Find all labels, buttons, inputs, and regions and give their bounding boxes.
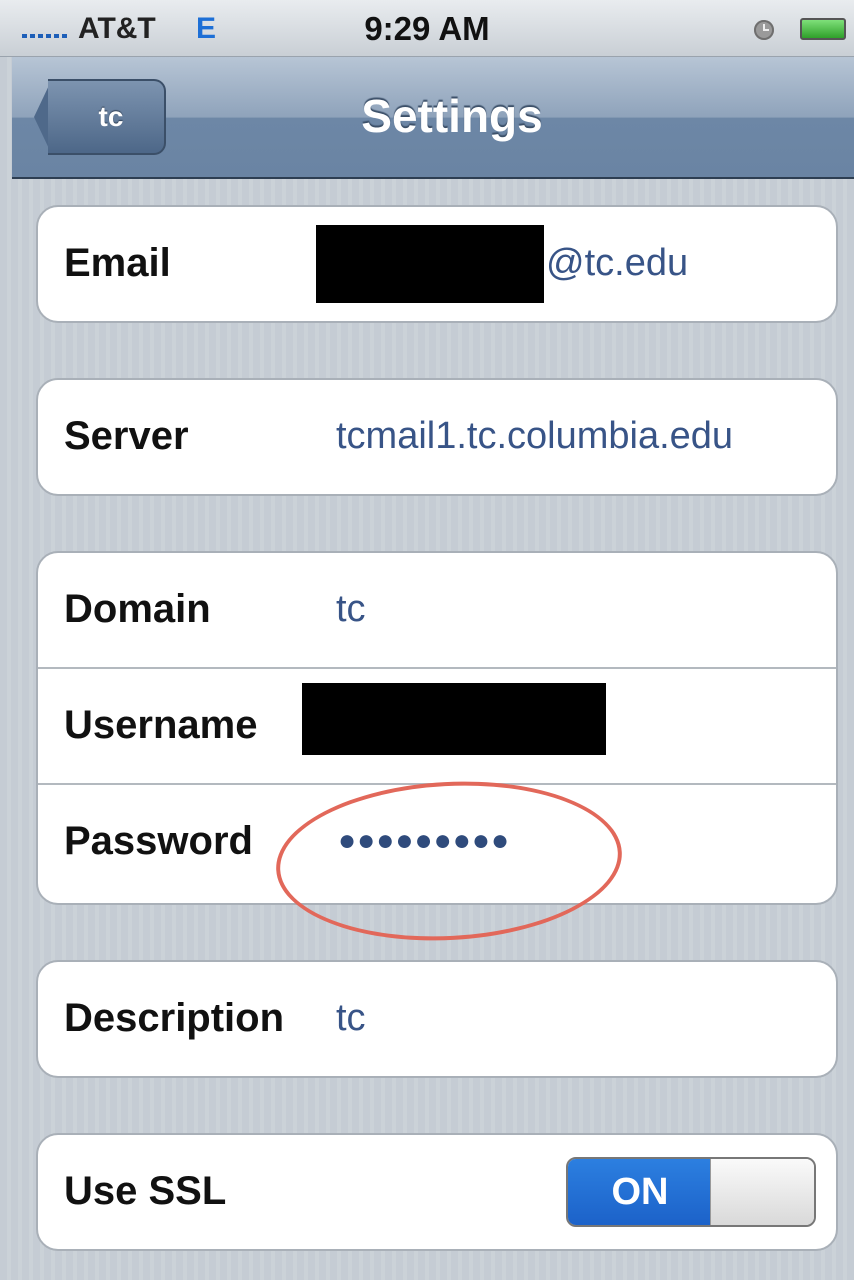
description-row[interactable]: Description tc [38, 962, 836, 1076]
username-row[interactable]: Username [38, 669, 836, 785]
redacted-email-local-part [316, 225, 544, 303]
description-label: Description [64, 996, 285, 1040]
email-domain-value[interactable]: @tc.edu [546, 207, 688, 319]
redacted-username [302, 683, 606, 755]
ssl-toggle[interactable]: ON [566, 1157, 816, 1227]
battery-icon [800, 18, 846, 40]
ssl-row: Use SSL ON [38, 1135, 836, 1249]
password-label: Password [64, 819, 253, 863]
server-group: Server tcmail1.tc.columbia.edu [36, 378, 838, 496]
page-title: Settings [361, 90, 543, 142]
description-group: Description tc [36, 960, 838, 1078]
email-label: Email [64, 241, 171, 285]
ssl-group: Use SSL ON [36, 1133, 838, 1251]
email-group: Email @tc.edu [36, 205, 838, 323]
toggle-on-label: ON [568, 1159, 712, 1225]
back-button[interactable]: tc [48, 79, 166, 155]
username-label: Username [64, 703, 258, 747]
navigation-bar: tc Settings [12, 57, 854, 179]
domain-row[interactable]: Domain tc [38, 553, 836, 669]
alarm-clock-icon [754, 20, 774, 40]
server-value[interactable]: tcmail1.tc.columbia.edu [336, 380, 733, 492]
toggle-knob[interactable] [710, 1159, 814, 1225]
server-row[interactable]: Server tcmail1.tc.columbia.edu [38, 380, 836, 494]
server-label: Server [64, 414, 189, 458]
domain-value[interactable]: tc [336, 553, 366, 665]
email-row[interactable]: Email @tc.edu [38, 207, 836, 321]
description-value[interactable]: tc [336, 962, 366, 1074]
domain-label: Domain [64, 587, 211, 631]
status-time: 9:29 AM [364, 10, 490, 47]
ssl-label: Use SSL [64, 1169, 227, 1213]
status-bar: AT&T E 9:29 AM [0, 0, 854, 57]
